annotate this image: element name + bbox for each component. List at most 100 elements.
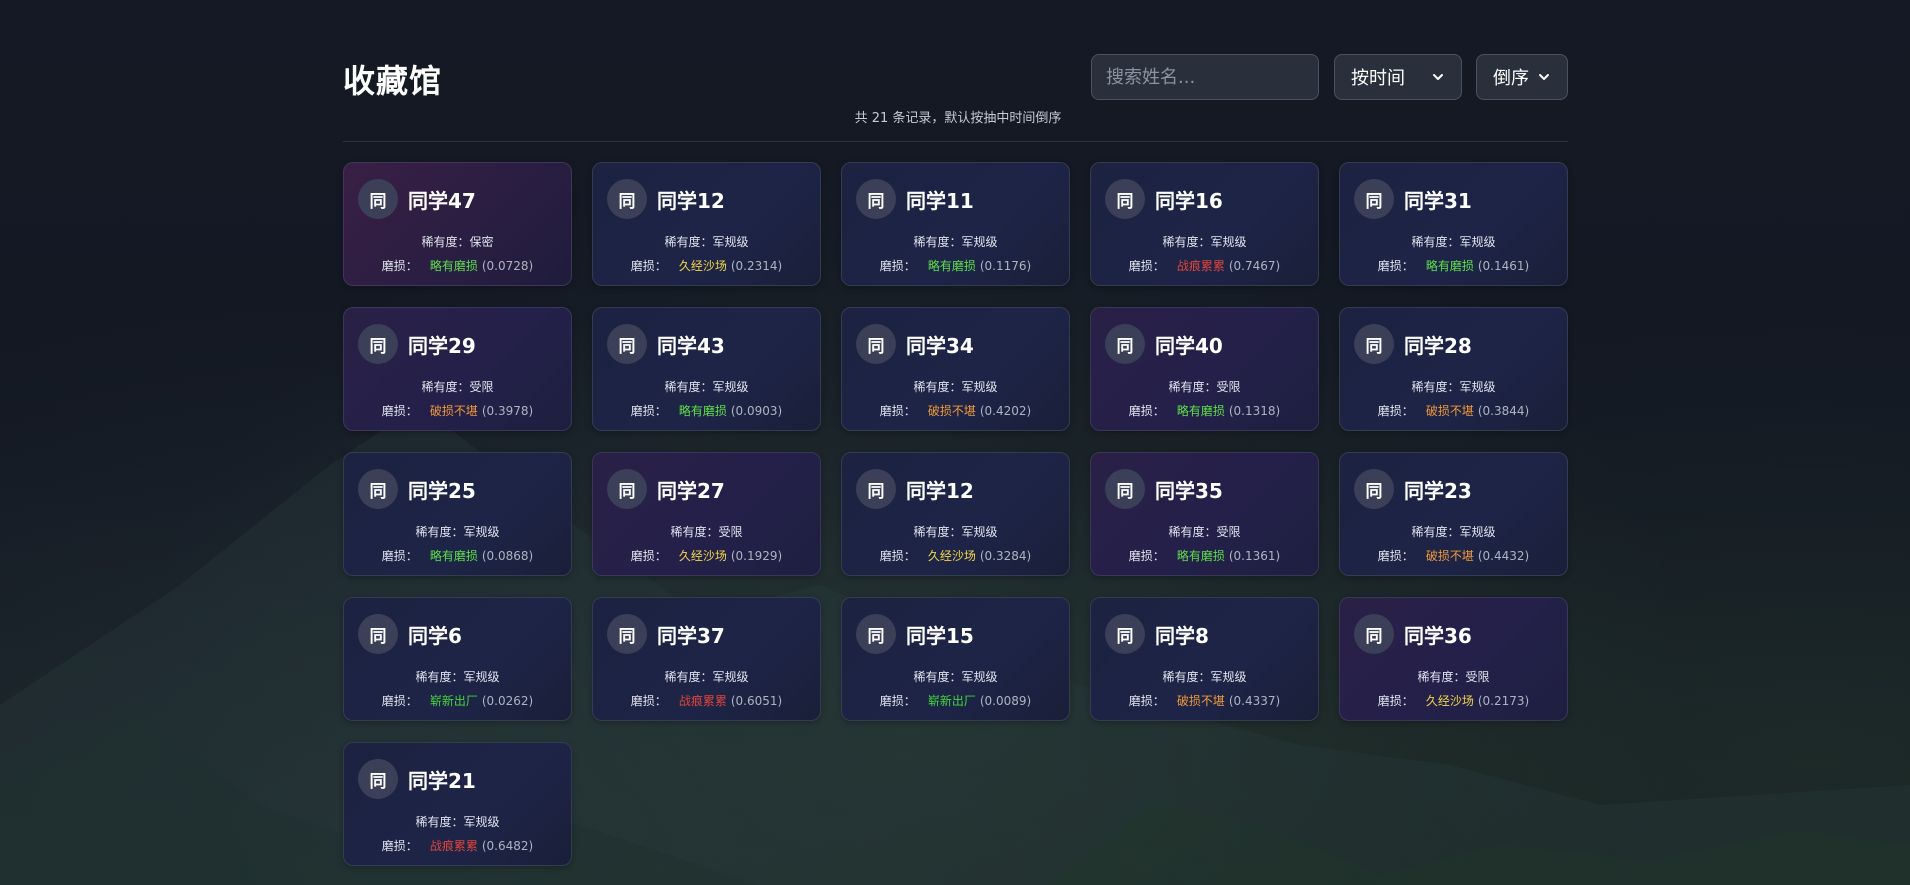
- wear-value: (0.2314): [730, 259, 783, 273]
- collection-card[interactable]: 同同学16 稀有度：军规级 磨损： 战痕累累 (0.7467): [1090, 162, 1319, 286]
- wear-condition: 破损不堪: [1425, 549, 1474, 563]
- wear-row: 磨损： 破损不堪 (0.4202): [842, 402, 1069, 419]
- wear-value: (0.3284): [979, 549, 1032, 563]
- wear-value: (0.3844): [1477, 404, 1530, 418]
- sort-field-select[interactable]: 按时间: [1334, 54, 1462, 100]
- wear-label: 磨损：: [630, 404, 667, 418]
- collection-card[interactable]: 同同学6 稀有度：军规级 磨损： 崭新出厂 (0.0262): [343, 597, 572, 721]
- card-name: 同学23: [1404, 479, 1472, 503]
- collection-card[interactable]: 同同学43 稀有度：军规级 磨损： 略有磨损 (0.0903): [592, 307, 821, 431]
- collection-card[interactable]: 同同学12 稀有度：军规级 磨损： 久经沙场 (0.3284): [841, 452, 1070, 576]
- rarity-row: 稀有度：军规级: [344, 813, 571, 830]
- wear-condition: 略有磨损: [1176, 549, 1225, 563]
- rarity-value: 军规级: [1459, 380, 1496, 394]
- sort-field-value: 按时间: [1351, 68, 1405, 89]
- avatar: 同: [358, 759, 398, 799]
- avatar: 同: [607, 614, 647, 654]
- rarity-row: 稀有度：受限: [593, 523, 820, 540]
- collection-card[interactable]: 同同学47 稀有度：保密 磨损： 略有磨损 (0.0728): [343, 162, 572, 286]
- wear-row: 磨损： 略有磨损 (0.0728): [344, 257, 571, 274]
- collection-card[interactable]: 同同学31 稀有度：军规级 磨损： 略有磨损 (0.1461): [1339, 162, 1568, 286]
- wear-value: (0.6482): [481, 839, 534, 853]
- wear-label: 磨损：: [879, 259, 916, 273]
- rarity-row: 稀有度：军规级: [1091, 233, 1318, 250]
- rarity-label: 稀有度：: [913, 235, 962, 249]
- rarity-row: 稀有度：军规级: [344, 668, 571, 685]
- card-name: 同学21: [408, 769, 476, 793]
- search-input[interactable]: [1091, 54, 1319, 100]
- rarity-value: 军规级: [463, 670, 500, 684]
- avatar: 同: [1105, 179, 1145, 219]
- sort-order-value: 倒序: [1493, 68, 1529, 89]
- avatar: 同: [358, 179, 398, 219]
- rarity-value: 受限: [469, 380, 494, 394]
- collection-card[interactable]: 同同学34 稀有度：军规级 磨损： 破损不堪 (0.4202): [841, 307, 1070, 431]
- rarity-row: 稀有度：军规级: [593, 233, 820, 250]
- collection-card[interactable]: 同同学12 稀有度：军规级 磨损： 久经沙场 (0.2314): [592, 162, 821, 286]
- collection-card[interactable]: 同同学35 稀有度：受限 磨损： 略有磨损 (0.1361): [1090, 452, 1319, 576]
- collection-card[interactable]: 同同学25 稀有度：军规级 磨损： 略有磨损 (0.0868): [343, 452, 572, 576]
- wear-row: 磨损： 久经沙场 (0.1929): [593, 547, 820, 564]
- rarity-value: 军规级: [961, 670, 998, 684]
- rarity-label: 稀有度：: [1417, 670, 1466, 684]
- collection-card[interactable]: 同同学28 稀有度：军规级 磨损： 破损不堪 (0.3844): [1339, 307, 1568, 431]
- wear-condition: 略有磨损: [678, 404, 727, 418]
- record-count-subtitle: 共 21 条记录，默认按抽中时间倒序: [854, 111, 1062, 126]
- wear-value: (0.0903): [730, 404, 783, 418]
- card-name: 同学11: [906, 189, 974, 213]
- wear-condition: 战痕累累: [429, 839, 478, 853]
- wear-condition: 久经沙场: [678, 259, 727, 273]
- collection-card[interactable]: 同同学37 稀有度：军规级 磨损： 战痕累累 (0.6051): [592, 597, 821, 721]
- card-name: 同学12: [906, 479, 974, 503]
- wear-row: 磨损： 久经沙场 (0.2173): [1340, 692, 1567, 709]
- collection-card[interactable]: 同同学29 稀有度：受限 磨损： 破损不堪 (0.3978): [343, 307, 572, 431]
- wear-label: 磨损：: [879, 549, 916, 563]
- rarity-label: 稀有度：: [664, 670, 713, 684]
- wear-condition: 破损不堪: [429, 404, 478, 418]
- avatar: 同: [1105, 324, 1145, 364]
- card-name: 同学8: [1155, 624, 1209, 648]
- card-name: 同学28: [1404, 334, 1472, 358]
- rarity-value: 军规级: [712, 235, 749, 249]
- card-name: 同学31: [1404, 189, 1472, 213]
- rarity-label: 稀有度：: [415, 815, 464, 829]
- collection-card[interactable]: 同同学15 稀有度：军规级 磨损： 崭新出厂 (0.0089): [841, 597, 1070, 721]
- avatar: 同: [607, 324, 647, 364]
- wear-condition: 破损不堪: [927, 404, 976, 418]
- card-name: 同学47: [408, 189, 476, 213]
- card-name: 同学25: [408, 479, 476, 503]
- rarity-row: 稀有度：军规级: [1340, 523, 1567, 540]
- collection-card[interactable]: 同同学21 稀有度：军规级 磨损： 战痕累累 (0.6482): [343, 742, 572, 866]
- collection-card[interactable]: 同同学27 稀有度：受限 磨损： 久经沙场 (0.1929): [592, 452, 821, 576]
- wear-value: (0.2173): [1477, 694, 1530, 708]
- wear-label: 磨损：: [381, 404, 418, 418]
- wear-condition: 战痕累累: [1176, 259, 1225, 273]
- card-name: 同学15: [906, 624, 974, 648]
- collection-card[interactable]: 同同学8 稀有度：军规级 磨损： 破损不堪 (0.4337): [1090, 597, 1319, 721]
- collection-card[interactable]: 同同学11 稀有度：军规级 磨损： 略有磨损 (0.1176): [841, 162, 1070, 286]
- wear-row: 磨损： 久经沙场 (0.2314): [593, 257, 820, 274]
- card-name: 同学40: [1155, 334, 1223, 358]
- collection-card[interactable]: 同同学23 稀有度：军规级 磨损： 破损不堪 (0.4432): [1339, 452, 1568, 576]
- wear-row: 磨损： 破损不堪 (0.3844): [1340, 402, 1567, 419]
- rarity-label: 稀有度：: [1162, 235, 1211, 249]
- wear-value: (0.3978): [481, 404, 534, 418]
- rarity-label: 稀有度：: [1162, 670, 1211, 684]
- rarity-value: 军规级: [712, 670, 749, 684]
- wear-value: (0.6051): [730, 694, 783, 708]
- rarity-label: 稀有度：: [913, 525, 962, 539]
- wear-label: 磨损：: [879, 694, 916, 708]
- rarity-label: 稀有度：: [913, 380, 962, 394]
- wear-value: (0.1318): [1228, 404, 1281, 418]
- collection-card[interactable]: 同同学36 稀有度：受限 磨损： 久经沙场 (0.2173): [1339, 597, 1568, 721]
- chevron-down-icon: [1433, 74, 1443, 80]
- wear-value: (0.7467): [1228, 259, 1281, 273]
- wear-row: 磨损： 破损不堪 (0.4337): [1091, 692, 1318, 709]
- collection-card[interactable]: 同同学40 稀有度：受限 磨损： 略有磨损 (0.1318): [1090, 307, 1319, 431]
- sort-order-select[interactable]: 倒序: [1476, 54, 1568, 100]
- wear-label: 磨损：: [630, 694, 667, 708]
- rarity-value: 军规级: [1459, 525, 1496, 539]
- rarity-label: 稀有度：: [421, 380, 470, 394]
- rarity-label: 稀有度：: [415, 670, 464, 684]
- wear-value: (0.0868): [481, 549, 534, 563]
